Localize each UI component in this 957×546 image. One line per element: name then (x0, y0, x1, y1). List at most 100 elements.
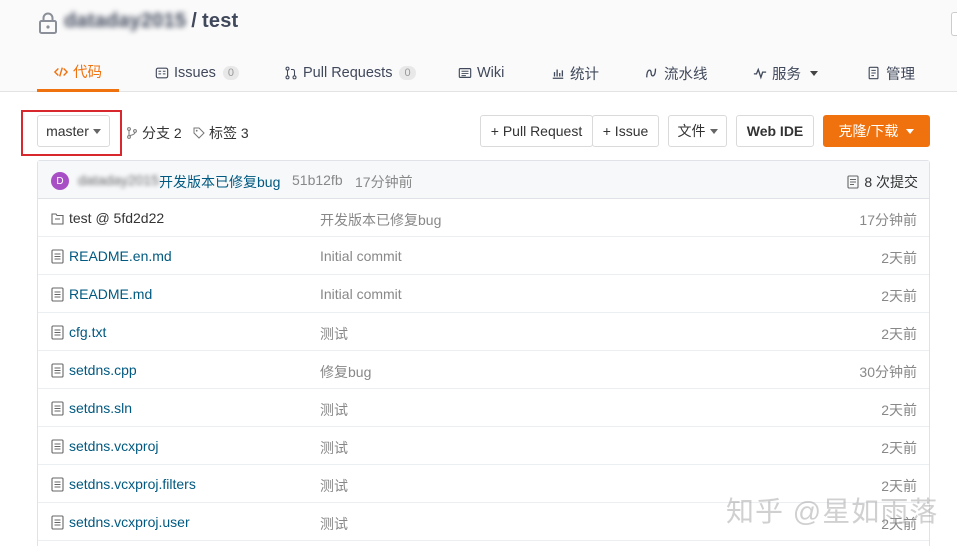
avatar[interactable]: D (51, 172, 69, 190)
file-commit-message[interactable]: 修复bug (320, 362, 371, 382)
repo-separator: / (191, 10, 198, 32)
file-icon (51, 249, 64, 264)
new-pull-request-label: + Pull Request (490, 123, 583, 139)
manage-icon (868, 66, 879, 80)
repo-title: dataday2015/test (64, 10, 238, 33)
file-list: D dataday2015 开发版本已修复bug 51b12fb 17分钟前 8… (37, 160, 930, 546)
tab-pull-requests-label: Pull Requests (303, 65, 393, 81)
commit-time: 17分钟前 (355, 174, 413, 190)
file-name-link[interactable]: test @ 5fd2d22 (69, 210, 164, 226)
tab-manage[interactable]: 管理 (867, 54, 915, 92)
new-issue-button[interactable]: + Issue (592, 115, 659, 147)
watermark: 知乎 @星如雨落 (726, 496, 939, 527)
file-name-link[interactable]: README.en.md (69, 248, 172, 264)
repo-owner-link[interactable]: dataday2015 (64, 10, 186, 32)
branch-icon (127, 127, 137, 139)
watch-button-edge[interactable] (951, 12, 957, 36)
code-icon (54, 66, 68, 77)
file-name-link[interactable]: setdns.sln (69, 400, 132, 416)
file-commit-message[interactable]: 测试 (320, 324, 348, 344)
chevron-down-icon (906, 128, 915, 134)
file-commit-message[interactable]: 测试 (320, 400, 348, 420)
table-row: README.en.md Initial commit 2天前 (38, 237, 929, 275)
issues-count-badge: 0 (222, 66, 240, 80)
tab-code-label: 代码 (73, 65, 102, 81)
file-commit-message[interactable]: 开发版本已修复bug (320, 210, 441, 230)
pipeline-icon (646, 68, 657, 78)
wiki-icon (458, 68, 472, 78)
tab-wiki-label: Wiki (477, 65, 505, 81)
chevron-down-icon (709, 128, 718, 134)
file-commit-time: 17分钟前 (859, 212, 917, 228)
clone-download-button[interactable]: 克隆/下载 (823, 115, 930, 147)
table-row: setdns.vcxproj 测试 2天前 (38, 427, 929, 465)
tab-pipeline[interactable]: 流水线 (645, 54, 708, 92)
web-ide-button[interactable]: Web IDE (736, 115, 814, 147)
file-commit-time: 2天前 (881, 402, 917, 418)
tab-issues-label: Issues (174, 65, 216, 81)
file-commit-message[interactable]: 测试 (320, 438, 348, 458)
file-commit-time: 2天前 (881, 250, 917, 266)
repo-name-link[interactable]: test (202, 10, 238, 32)
annotation-highlight-box (21, 110, 122, 156)
file-icon (51, 477, 64, 492)
commit-count-label: 8 次提交 (864, 174, 918, 190)
commits-icon (847, 175, 859, 189)
file-commit-time: 2天前 (881, 288, 917, 304)
pull-request-icon (285, 66, 297, 80)
file-commit-time: 30分钟前 (859, 364, 917, 380)
new-issue-label: + Issue (602, 123, 649, 139)
file-name-link[interactable]: cfg.txt (69, 324, 106, 340)
file-name-link[interactable]: setdns.cpp (69, 362, 137, 378)
file-commit-time: 2天前 (881, 326, 917, 342)
file-icon (51, 363, 64, 378)
tab-code[interactable]: 代码 (37, 54, 119, 92)
file-commit-time: 2天前 (881, 440, 917, 456)
tags-link[interactable]: 标签 3 (193, 123, 249, 143)
repo-tabs: 代码 Issues 0 Pull Requests 0 Wiki 统计 流水线 … (37, 54, 957, 92)
tag-icon (193, 127, 205, 139)
tags-label: 标签 3 (209, 125, 249, 141)
tab-stats-label: 统计 (570, 66, 599, 83)
latest-commit-bar: D dataday2015 开发版本已修复bug 51b12fb 17分钟前 8… (38, 161, 929, 199)
file-commit-message[interactable]: Initial commit (320, 286, 402, 302)
file-name-link[interactable]: setdns.vcxproj.user (69, 514, 190, 530)
tab-stats[interactable]: 统计 (551, 54, 599, 92)
file-name-link[interactable]: setdns.vcxproj.filters (69, 476, 196, 492)
file-icon (51, 287, 64, 302)
repo-header: dataday2015/test 代码 Issues 0 Pull Reques… (0, 0, 957, 92)
table-row: setdns.sln 测试 2天前 (38, 389, 929, 427)
commit-count-link[interactable]: 8 次提交 (847, 172, 918, 192)
tab-issues[interactable]: Issues 0 (155, 54, 240, 92)
commit-hash-link[interactable]: 51b12fb (292, 172, 343, 188)
tab-pipeline-label: 流水线 (664, 66, 708, 83)
commit-message-link[interactable]: 开发版本已修复bug (159, 172, 280, 192)
service-icon (753, 67, 767, 80)
new-pull-request-button[interactable]: + Pull Request (480, 115, 593, 147)
tab-service[interactable]: 服务 (753, 54, 818, 92)
file-dropdown-label: 文件 (677, 123, 706, 139)
tab-wiki[interactable]: Wiki (458, 54, 504, 92)
submodule-folder-icon (51, 213, 64, 225)
file-dropdown-button[interactable]: 文件 (668, 115, 727, 147)
tab-pull-requests[interactable]: Pull Requests 0 (284, 54, 416, 92)
file-commit-message[interactable]: 测试 (320, 476, 348, 496)
file-icon (51, 439, 64, 454)
file-commit-message[interactable]: Initial commit (320, 248, 402, 264)
file-icon (51, 401, 64, 416)
file-name-link[interactable]: setdns.vcxproj (69, 438, 158, 454)
table-row: setdns.cpp 修复bug 30分钟前 (38, 351, 929, 389)
branches-link[interactable]: 分支 2 (126, 123, 182, 143)
clone-download-label: 克隆/下载 (838, 123, 899, 139)
lock-icon (39, 12, 57, 34)
table-row: README.md Initial commit 2天前 (38, 275, 929, 313)
stats-icon (552, 69, 564, 79)
pull-requests-count-badge: 0 (399, 66, 416, 80)
file-name-link[interactable]: README.md (69, 286, 152, 302)
tab-manage-label: 管理 (886, 66, 915, 83)
branches-label: 分支 2 (142, 125, 182, 141)
tab-service-label: 服务 (772, 66, 801, 83)
commit-author-link[interactable]: dataday2015 (78, 172, 159, 188)
file-icon (51, 515, 64, 530)
file-commit-message[interactable]: 测试 (320, 514, 348, 534)
